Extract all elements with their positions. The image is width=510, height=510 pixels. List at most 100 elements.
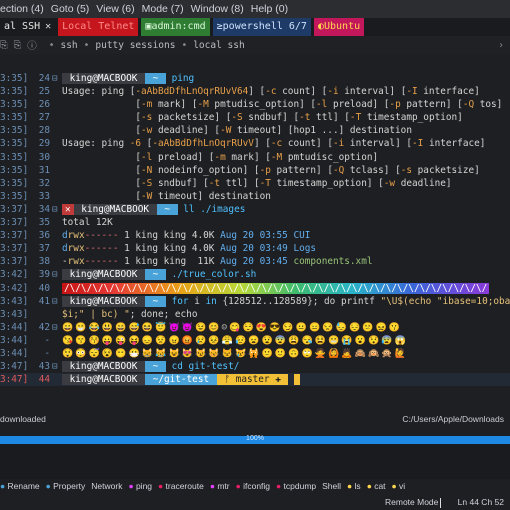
quick-command[interactable]: ● vi <box>392 481 406 491</box>
timestamp: 3:37] <box>0 217 29 229</box>
terminal-text: ✕ king@MACBOOK ~ ll ./images <box>62 203 245 216</box>
timestamp: 3:42] <box>0 282 29 294</box>
terminal-text: [-l preload] [-m mark] [-M pmtudisc_opti… <box>62 151 379 163</box>
fold-toggle-icon[interactable]: ⊟ <box>52 295 58 308</box>
breadcrumb-item[interactable]: ssh <box>60 40 77 51</box>
quick-command[interactable]: ● Rename <box>0 481 40 491</box>
line-number: 31 <box>38 164 50 176</box>
close-icon[interactable]: ✕ <box>45 18 51 36</box>
breadcrumb-item[interactable]: local ssh <box>193 40 244 51</box>
terminal-line: 3:42] 40 /\/\/\/\/\/\/\/\/\/\/\/\/\/\/\/\/… <box>0 282 510 295</box>
terminal-line: 3:37] 37 drwx------ 1 king king 4.0K Aug 2… <box>0 242 510 255</box>
new-tab-icon[interactable]: ⎘ <box>0 40 8 51</box>
line-number: - <box>44 347 50 359</box>
quick-command[interactable]: ● mtr <box>210 481 230 491</box>
terminal-text: [-S sndbuf] [-t ttl] [-T timestamp_optio… <box>62 177 452 189</box>
quick-command[interactable]: ● ls <box>347 481 361 491</box>
timestamp: 3:44] <box>0 321 29 333</box>
split-icon[interactable]: ⎘ <box>14 40 22 51</box>
line-number: 42 <box>38 321 50 333</box>
terminal-text: king@MACBOOK ~ for i in {128512..128589}… <box>62 295 510 307</box>
breadcrumb-dot-icon: • <box>48 39 55 51</box>
line-number: 37 <box>38 243 50 255</box>
quick-command-label: Network <box>91 481 123 491</box>
tab-label: powershell 6/7 <box>222 21 307 32</box>
quick-command[interactable]: ● Property <box>46 481 86 491</box>
terminal-text: 😲😳😴😵😶😷😸😹😺😻😼😽😾😿🙀🙁🙂🙃🙄🙅🙆🙇🙈🙉🙊🙋 <box>62 348 408 359</box>
tab[interactable]: Local Telnet <box>58 18 139 36</box>
fold-toggle-icon[interactable]: ⊟ <box>52 360 58 373</box>
menu-item[interactable]: Window (8) <box>191 3 244 15</box>
fold-toggle-icon[interactable]: ⊟ <box>52 268 58 281</box>
quick-command-label: mtr <box>217 481 230 491</box>
terminal-text: king@MACBOOK ~ cd git-test/ <box>62 361 240 373</box>
line-number: 39 <box>38 269 50 281</box>
line-number: 36 <box>38 230 50 242</box>
terminal-output[interactable]: 3:35] 24 ⊟ king@MACBOOK ~ ping 3:35] 25 Usage… <box>0 72 510 397</box>
quick-command[interactable]: Network <box>91 481 122 491</box>
terminal-line: 3:35] 29 Usage: ping -6 [-aAbBdDfhLnOqrRUv… <box>0 137 510 150</box>
timestamp: 3:35] <box>0 190 29 202</box>
info-icon[interactable]: ⓘ <box>27 38 37 52</box>
breadcrumb-dot-icon: • <box>181 39 188 51</box>
quick-command[interactable]: ● ifconfig <box>236 481 270 491</box>
fold-toggle-icon[interactable]: ⊟ <box>52 72 58 85</box>
breadcrumb-item[interactable]: putty sessions <box>95 40 175 51</box>
quick-command[interactable]: ● ping <box>128 481 152 491</box>
remote-mode-indicator[interactable]: Remote Mode <box>385 494 442 510</box>
timestamp: 3:42] <box>0 269 29 281</box>
menu-item[interactable]: Help (0) <box>251 3 288 15</box>
cursor-position: Ln 44 Ch 52 <box>457 497 504 507</box>
line-number: 44 <box>38 374 50 386</box>
line-number: 41 <box>38 295 50 307</box>
timestamp: 3:47] <box>0 361 29 373</box>
menu-item[interactable]: Goto (5) <box>51 3 90 15</box>
terminal-line: 3:37] 38 -rwx------ 1 king king 11K Aug 20… <box>0 255 510 268</box>
quick-command[interactable]: ● traceroute <box>158 481 204 491</box>
timestamp: 3:35] <box>0 177 29 189</box>
chevron-right-icon[interactable]: › <box>498 40 504 51</box>
menu-item[interactable]: ection (4) <box>0 3 44 15</box>
line-number: 33 <box>38 190 50 202</box>
dot-icon: ● <box>235 481 244 491</box>
toolbar: ⎘ ⎘ ⓘ • ssh • putty sessions • local ssh… <box>0 36 510 54</box>
tab[interactable]: ≥ powershell 6/7 <box>212 18 311 36</box>
timestamp: 3:35] <box>0 73 29 84</box>
transfer-bar: downloaded C:/Users/Apple/Downloads <box>0 414 510 428</box>
quick-command[interactable]: Shell <box>322 481 341 491</box>
terminal-text: [-W timeout] destination <box>62 190 271 202</box>
transfer-panel <box>0 444 510 479</box>
timestamp: 3:43] <box>0 295 29 307</box>
tab-label: al SSH <box>4 21 41 32</box>
timestamp: 3:35] <box>0 112 29 124</box>
terminal-line: 3:35] 33 [-W timeout] destination <box>0 190 510 203</box>
terminal-text: Usage: ping -6 [-aAbBdDfhLnOqrRUvV] [-c … <box>62 138 486 150</box>
line-number: - <box>44 334 50 346</box>
terminal-line: 3:35] 30 [-l preload] [-m mark] [-M pmtud… <box>0 151 510 164</box>
terminal-line: 3:37] 34 ⊟ ✕ king@MACBOOK ~ ll ./images <box>0 203 510 216</box>
terminal-text: -rwx------ 1 king king 11K Aug 20 03:45 … <box>62 256 373 268</box>
terminal-line: 3:37] 36 drwx------ 1 king king 4.0K Aug 2… <box>0 229 510 242</box>
timestamp: 3:44] <box>0 334 29 346</box>
fold-toggle-icon[interactable]: ⊟ <box>52 203 58 216</box>
menu-item[interactable]: View (6) <box>96 3 134 15</box>
terminal-text: 😀😁😂😃😄😅😆😇😈👿😉😊☺😋😌😍😎😏😐😑😒😓😔😕😖😗 <box>62 322 403 333</box>
tab[interactable]: al SSH ✕ <box>0 18 56 36</box>
tab[interactable]: ▣ admin:cmd <box>141 18 210 36</box>
timestamp: 3:35] <box>0 86 29 98</box>
tab[interactable]: ◐ Ubuntu <box>313 18 365 36</box>
mode-label: Remote Mode <box>385 497 439 507</box>
menubar: ection (4) Goto (5) View (6) Mode (7) Window… <box>0 0 510 18</box>
quick-command[interactable]: ● tcpdump <box>276 481 316 491</box>
line-number: 43 <box>38 361 50 373</box>
menu-item[interactable]: Mode (7) <box>142 3 184 15</box>
line-number: 24 <box>38 73 50 84</box>
terminal-text: king@MACBOOK ~ ./true_color.sh <box>62 269 257 281</box>
line-number: 34 <box>38 203 50 215</box>
terminal-text: [-w deadline] [-W timeout] [hop1 ...] de… <box>62 125 412 137</box>
timestamp: 3:37] <box>0 243 29 255</box>
fold-toggle-icon[interactable]: ⊟ <box>52 321 58 334</box>
timestamp: 3:35] <box>0 164 29 176</box>
terminal-line: 3:43] 41 ⊟ king@MACBOOK ~ for i in {128512… <box>0 295 510 308</box>
quick-command[interactable]: ● cat <box>367 481 386 491</box>
